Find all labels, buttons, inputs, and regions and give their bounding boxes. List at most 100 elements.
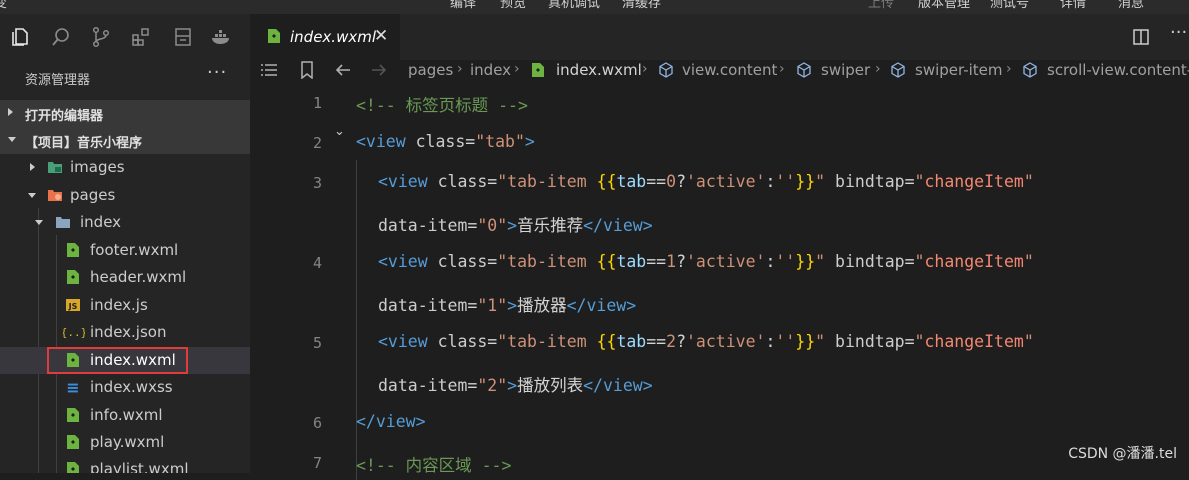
tree-item-label: footer.wxml <box>90 241 179 259</box>
tree-item-file[interactable]: {..} index.json <box>0 319 250 346</box>
code-token: == <box>646 172 667 191</box>
menu-item-upload[interactable]: 上传 <box>868 0 894 11</box>
tree-item-label: header.wxml <box>90 268 187 286</box>
code-editor[interactable]: ⌄ 1 2 3 4 5 6 7 <!-- 标签页标题 --> <view cla… <box>250 82 1189 480</box>
packages-icon[interactable] <box>172 26 194 48</box>
split-editor-icon[interactable] <box>1132 28 1150 46</box>
line-number: 4 <box>312 254 322 272</box>
menu-item-details[interactable]: 详情 <box>1060 0 1086 11</box>
tree-item-file[interactable]: info.wxml <box>0 402 250 429</box>
search-icon[interactable] <box>50 26 72 48</box>
code-token: <!-- 内容区域 --> <box>356 456 512 475</box>
code-token: " <box>914 252 925 271</box>
element-cube-icon <box>1023 62 1037 78</box>
folder-pages-icon <box>47 187 63 203</box>
tree-item-index-folder[interactable]: index <box>0 209 250 236</box>
breadcrumb-item[interactable]: pages <box>408 61 453 79</box>
element-cube-icon <box>659 62 673 78</box>
wxml-file-icon <box>65 407 81 423</box>
code-token: " <box>815 252 826 271</box>
code-token: = <box>467 296 478 315</box>
tree-item-images[interactable]: images <box>0 154 250 181</box>
files-icon[interactable] <box>10 26 32 48</box>
code-token: <view <box>378 332 428 351</box>
code-line: data-item="2">播放列表</view> <box>378 372 653 396</box>
tab-index-wxml[interactable]: index.wxml ✕ <box>250 14 400 60</box>
code-token: 'active' <box>686 172 766 191</box>
indent-guide <box>356 160 357 480</box>
tree-item-file[interactable]: ≡ index.wxss <box>0 374 250 401</box>
extensions-icon[interactable] <box>130 26 152 48</box>
fold-chevron-icon[interactable]: ⌄ <box>334 124 345 139</box>
code-line: </view> <box>356 412 426 431</box>
breadcrumb-item[interactable]: index <box>470 61 511 79</box>
back-arrow-icon[interactable] <box>334 61 352 79</box>
tree-item-file[interactable]: footer.wxml <box>0 237 250 264</box>
code-token: 音乐推荐 <box>517 216 584 235</box>
breadcrumb-item[interactable]: view.content <box>682 61 777 79</box>
menu-item-test-account[interactable]: 测试号 <box>990 0 1029 11</box>
code-line: <view class="tab-item {{tab==2?'active':… <box>378 332 1034 351</box>
code-token: " <box>1023 332 1034 351</box>
breadcrumb-item[interactable]: scroll-view.content- <box>1047 61 1189 79</box>
js-icon-text: JS <box>68 302 78 311</box>
docker-icon[interactable] <box>210 26 232 48</box>
menu-item-preview[interactable]: 预览 <box>500 0 526 11</box>
menu-item[interactable]: 变 <box>0 0 7 11</box>
chevron-down-icon <box>28 193 36 198</box>
close-icon[interactable]: ✕ <box>374 26 388 46</box>
editor-tab-bar: index.wxml ✕ ··· <box>250 14 1189 60</box>
code-token: ? <box>676 332 686 351</box>
section-project[interactable]: 【项目】音乐小程序 <box>0 127 250 154</box>
code-token: </view> <box>583 216 653 235</box>
code-token: <view <box>356 132 406 151</box>
code-token: {{ <box>596 252 617 271</box>
tree-item-pages[interactable]: pages <box>0 182 250 209</box>
code-token: bindtap <box>825 252 905 271</box>
forward-arrow-icon[interactable] <box>370 61 388 79</box>
tree-item-file[interactable]: header.wxml <box>0 264 250 291</box>
code-token: "tab" <box>475 132 525 151</box>
watermark: CSDN @潘潘.tel <box>1068 446 1177 462</box>
tree-item-label: index.wxml <box>90 351 176 369</box>
section-open-editors[interactable]: 打开的编辑器 <box>0 100 250 127</box>
code-token: tab <box>616 332 647 351</box>
list-icon[interactable] <box>260 62 278 78</box>
code-token: : <box>765 252 776 271</box>
code-token: " <box>1023 172 1034 191</box>
breadcrumb-item[interactable]: swiper <box>821 61 870 79</box>
tab-label: index.wxml <box>290 28 376 46</box>
explorer-more-button[interactable]: ··· <box>207 62 227 83</box>
code-token: 2 <box>666 332 677 351</box>
tree-item-file-selected[interactable]: index.wxml <box>0 347 250 374</box>
menu-bar: 变 编译 预览 真机调试 清缓存 上传 版本管理 测试号 详情 消息 <box>0 0 1189 14</box>
code-token: tab <box>616 252 647 271</box>
menu-item-version[interactable]: 版本管理 <box>918 0 970 11</box>
breadcrumb-separator: › <box>875 61 881 77</box>
tree-item-file[interactable]: play.wxml <box>0 429 250 456</box>
menu-item-device-debug[interactable]: 真机调试 <box>548 0 600 11</box>
tree-item-file[interactable]: JS index.js <box>0 292 250 319</box>
section-label: 打开的编辑器 <box>25 109 104 124</box>
code-token: > <box>507 376 518 395</box>
breadcrumb-item[interactable]: index.wxml <box>556 61 642 79</box>
editor-more-button[interactable]: ··· <box>1170 22 1187 43</box>
wxss-file-icon: ≡ <box>65 379 81 395</box>
tree-item-label: playlist.wxml <box>90 460 189 473</box>
wxml-file-icon <box>65 434 81 450</box>
bookmark-icon[interactable] <box>300 61 314 80</box>
tree-item-label: images <box>70 158 125 176</box>
breadcrumb-separator: › <box>514 61 520 77</box>
code-token: <!-- 标签页标题 --> <box>356 96 528 115</box>
breadcrumb-item[interactable]: swiper-item <box>915 61 1003 79</box>
code-token: tab <box>616 172 647 191</box>
menu-item-messages[interactable]: 消息 <box>1118 0 1144 11</box>
breadcrumb-separator: › <box>779 61 785 77</box>
tree-item-file[interactable]: playlist.wxml <box>0 456 250 473</box>
wxml-file-icon <box>266 28 282 44</box>
code-token: "1" <box>477 296 508 315</box>
menu-item-compile[interactable]: 编译 <box>450 0 476 11</box>
source-control-icon[interactable] <box>90 26 112 48</box>
wxml-file-icon <box>65 352 81 368</box>
menu-item-clear-cache[interactable]: 清缓存 <box>622 0 661 11</box>
